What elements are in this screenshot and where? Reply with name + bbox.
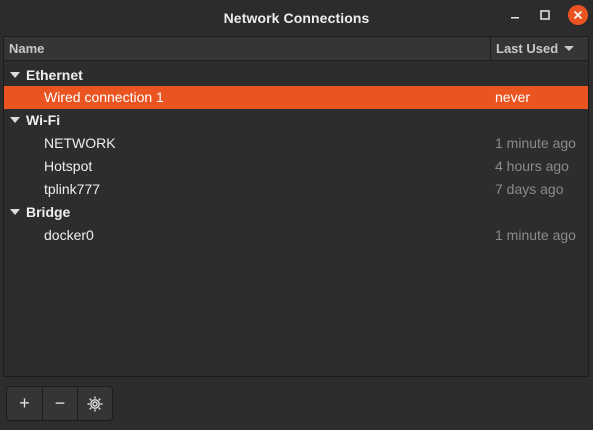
connection-row-hotspot[interactable]: Hotspot 4 hours ago bbox=[4, 155, 588, 178]
gear-icon bbox=[87, 396, 103, 411]
remove-connection-button[interactable]: − bbox=[42, 387, 77, 420]
minus-icon: − bbox=[54, 393, 66, 413]
expander-expanded-icon[interactable] bbox=[10, 209, 20, 215]
maximize-button[interactable] bbox=[533, 3, 557, 27]
title-bar[interactable]: Network Connections bbox=[0, 0, 593, 36]
minimize-icon bbox=[511, 17, 519, 19]
connection-name: Hotspot bbox=[44, 158, 93, 174]
plus-icon: + bbox=[19, 393, 30, 413]
add-connection-button[interactable]: + bbox=[7, 387, 42, 420]
connection-row-tplink777[interactable]: tplink777 7 days ago bbox=[4, 178, 588, 201]
connection-toolbar: + − bbox=[6, 386, 113, 421]
connection-last-used: 1 minute ago bbox=[495, 227, 576, 243]
close-button[interactable] bbox=[566, 3, 590, 27]
connection-name: Wired connection 1 bbox=[44, 89, 164, 105]
group-label: Ethernet bbox=[26, 67, 83, 83]
connection-row-network[interactable]: NETWORK 1 minute ago bbox=[4, 132, 588, 155]
window-title: Network Connections bbox=[223, 10, 370, 26]
group-row-bridge[interactable]: Bridge bbox=[4, 201, 588, 224]
group-row-wifi[interactable]: Wi-Fi bbox=[4, 109, 588, 132]
maximize-icon bbox=[540, 10, 550, 20]
column-header-last-used[interactable]: Last Used bbox=[496, 41, 575, 56]
connection-last-used: 4 hours ago bbox=[495, 158, 569, 174]
column-header-name[interactable]: Name bbox=[9, 41, 44, 56]
column-header-last-used-label: Last Used bbox=[496, 41, 559, 56]
connection-name: docker0 bbox=[44, 227, 94, 243]
network-connections-window: Network Connections Name Last Used Ether… bbox=[0, 0, 593, 430]
close-icon bbox=[574, 11, 582, 19]
connection-last-used: 1 minute ago bbox=[495, 135, 576, 151]
tree-header: Name Last Used bbox=[4, 37, 588, 61]
minimize-button[interactable] bbox=[503, 3, 527, 27]
connection-name: NETWORK bbox=[44, 135, 116, 151]
column-separator[interactable] bbox=[490, 37, 491, 60]
connection-row-wired-connection-1[interactable]: Wired connection 1 never bbox=[4, 86, 588, 109]
group-label: Bridge bbox=[26, 204, 71, 220]
edit-connection-button[interactable] bbox=[77, 387, 112, 420]
group-label: Wi-Fi bbox=[26, 112, 61, 128]
group-row-ethernet[interactable]: Ethernet bbox=[4, 64, 588, 87]
expander-expanded-icon[interactable] bbox=[10, 117, 20, 123]
connection-last-used: never bbox=[495, 89, 531, 105]
sort-descending-icon bbox=[564, 46, 575, 51]
connection-last-used: 7 days ago bbox=[495, 181, 564, 197]
connection-row-docker0[interactable]: docker0 1 minute ago bbox=[4, 224, 588, 247]
connection-name: tplink777 bbox=[44, 181, 101, 197]
expander-expanded-icon[interactable] bbox=[10, 72, 20, 78]
connections-tree[interactable]: Name Last Used Ethernet Wired connection… bbox=[3, 36, 589, 377]
